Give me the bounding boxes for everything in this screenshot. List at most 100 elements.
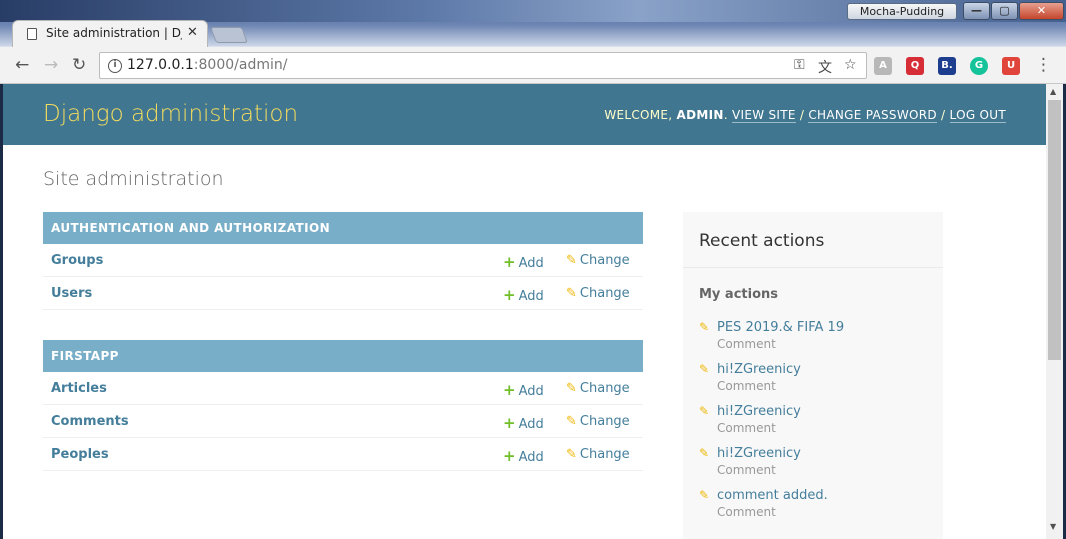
add-groups-link[interactable]: + Add [503, 253, 544, 271]
change-peoples-link[interactable]: ✎ Change [566, 447, 630, 462]
page-title: Site administration [43, 168, 224, 190]
change-groups-link[interactable]: ✎ Change [566, 253, 630, 268]
change-label: Change [579, 253, 630, 268]
recent-action-type: Comment [717, 505, 776, 519]
recent-action-link[interactable]: PES 2019.& FIFA 19 [717, 320, 844, 335]
pencil-icon: ✎ [699, 320, 710, 334]
change-comments-link[interactable]: ✎ Change [566, 414, 630, 429]
change-label: Change [579, 447, 630, 462]
model-row-groups: Groups + Add ✎ Change [43, 244, 643, 277]
pencil-icon: ✎ [566, 286, 577, 301]
add-peoples-link[interactable]: + Add [503, 447, 544, 465]
change-password-link[interactable]: CHANGE PASSWORD [808, 108, 937, 123]
scroll-thumb[interactable] [1048, 100, 1061, 360]
profile-button[interactable]: Mocha-Pudding [847, 3, 957, 20]
address-bar[interactable]: i 127.0.0.1:8000/admin/ ⚿ ⽂ ☆ [99, 52, 867, 79]
module-caption[interactable]: AUTHENTICATION AND AUTHORIZATION [43, 212, 643, 244]
separator: / [936, 108, 950, 122]
model-row-peoples: Peoples + Add ✎ Change [43, 438, 643, 471]
extension-icon-shield[interactable]: A [874, 57, 892, 75]
app-module-auth: AUTHENTICATION AND AUTHORIZATION Groups … [43, 212, 643, 310]
pencil-icon: ✎ [566, 414, 577, 429]
model-link-groups[interactable]: Groups [51, 253, 103, 268]
username: ADMIN [676, 108, 724, 122]
recent-action-type: Comment [717, 421, 776, 435]
admin-header: Django administration WELCOME, ADMIN. VI… [3, 84, 1046, 145]
change-label: Change [579, 414, 630, 429]
page-viewport: Django administration WELCOME, ADMIN. VI… [3, 84, 1046, 539]
model-link-articles[interactable]: Articles [51, 381, 107, 396]
change-label: Change [579, 286, 630, 301]
minimize-button[interactable]: — [963, 2, 990, 20]
document-icon [27, 28, 37, 40]
forward-arrow-icon[interactable]: → [44, 55, 58, 75]
extension-icon-b[interactable]: B. [938, 57, 956, 75]
model-link-comments[interactable]: Comments [51, 414, 129, 429]
add-label: Add [518, 289, 544, 304]
model-row-articles: Articles + Add ✎ Change [43, 372, 643, 405]
add-label: Add [518, 450, 544, 465]
extension-icon-pocket[interactable]: Q [906, 57, 924, 75]
module-caption[interactable]: FIRSTAPP [43, 340, 643, 372]
recent-action-link[interactable]: hi!ZGreenicy [717, 446, 801, 461]
add-icon: + [503, 381, 516, 399]
add-icon: + [503, 414, 516, 432]
add-comments-link[interactable]: + Add [503, 414, 544, 432]
recent-actions-title: Recent actions [683, 212, 943, 268]
add-label: Add [518, 384, 544, 399]
maximize-button[interactable]: ▢ [991, 2, 1018, 20]
add-users-link[interactable]: + Add [503, 286, 544, 304]
reload-icon[interactable]: ↻ [72, 55, 86, 75]
add-icon: + [503, 286, 516, 304]
app-module-firstapp: FIRSTAPP Articles + Add ✎ Change Comments … [43, 340, 643, 471]
change-label: Change [579, 381, 630, 396]
model-row-comments: Comments + Add ✎ Change [43, 405, 643, 438]
separator: / [795, 108, 809, 122]
add-articles-link[interactable]: + Add [503, 381, 544, 399]
recent-action-type: Comment [717, 379, 776, 393]
pencil-icon: ✎ [699, 404, 710, 418]
browser-chrome: Mocha-Pudding — ▢ ✕ Site administration … [0, 0, 1066, 84]
back-arrow-icon[interactable]: ← [15, 55, 29, 75]
pencil-icon: ✎ [699, 362, 710, 376]
extension-icon-grammarly[interactable]: G [970, 57, 988, 75]
model-link-peoples[interactable]: Peoples [51, 447, 109, 462]
window-close-button[interactable]: ✕ [1019, 2, 1064, 20]
user-tools: WELCOME, ADMIN. VIEW SITE / CHANGE PASSW… [604, 108, 1006, 123]
welcome-text: WELCOME, [604, 108, 677, 122]
recent-action-link[interactable]: hi!ZGreenicy [717, 362, 801, 377]
change-users-link[interactable]: ✎ Change [566, 286, 630, 301]
new-tab-button[interactable] [210, 27, 248, 43]
translate-icon[interactable]: ⽂ [818, 57, 832, 77]
tab-close-icon[interactable]: ✕ [187, 25, 198, 40]
info-icon[interactable]: i [108, 59, 122, 73]
log-out-link[interactable]: LOG OUT [949, 108, 1006, 123]
url-text[interactable]: 127.0.0.1:8000/admin/ [127, 57, 287, 73]
model-link-users[interactable]: Users [51, 286, 92, 301]
extension-icon-ublock[interactable]: U [1002, 57, 1020, 75]
scroll-down-arrow-icon[interactable]: ▼ [1050, 522, 1056, 531]
pencil-icon: ✎ [566, 447, 577, 462]
vertical-scrollbar[interactable]: ▲ ▼ [1046, 84, 1063, 539]
browser-tab[interactable]: Site administration | Djan ✕ [12, 20, 208, 47]
model-row-users: Users + Add ✎ Change [43, 277, 643, 310]
view-site-link[interactable]: VIEW SITE [731, 108, 796, 123]
separator: . [723, 108, 732, 122]
tab-title: Site administration | Djan [46, 26, 182, 40]
recent-action-type: Comment [717, 337, 776, 351]
key-icon[interactable]: ⚿ [794, 57, 805, 73]
change-articles-link[interactable]: ✎ Change [566, 381, 630, 396]
browser-toolbar: ← → ↻ i 127.0.0.1:8000/admin/ ⚿ ⽂ ☆ A Q … [0, 47, 1066, 84]
bookmark-star-icon[interactable]: ☆ [844, 57, 857, 73]
add-icon: + [503, 253, 516, 271]
my-actions-heading: My actions [699, 287, 779, 302]
recent-actions-panel: Recent actions My actions ✎ PES 2019.& F… [683, 212, 943, 539]
browser-menu-icon[interactable]: ⋮ [1035, 55, 1052, 75]
pencil-icon: ✎ [699, 446, 710, 460]
recent-action-link[interactable]: comment added. [717, 488, 828, 503]
site-branding[interactable]: Django administration [43, 101, 298, 127]
scroll-up-arrow-icon[interactable]: ▲ [1050, 87, 1056, 96]
pencil-icon: ✎ [566, 381, 577, 396]
recent-action-link[interactable]: hi!ZGreenicy [717, 404, 801, 419]
add-icon: + [503, 447, 516, 465]
